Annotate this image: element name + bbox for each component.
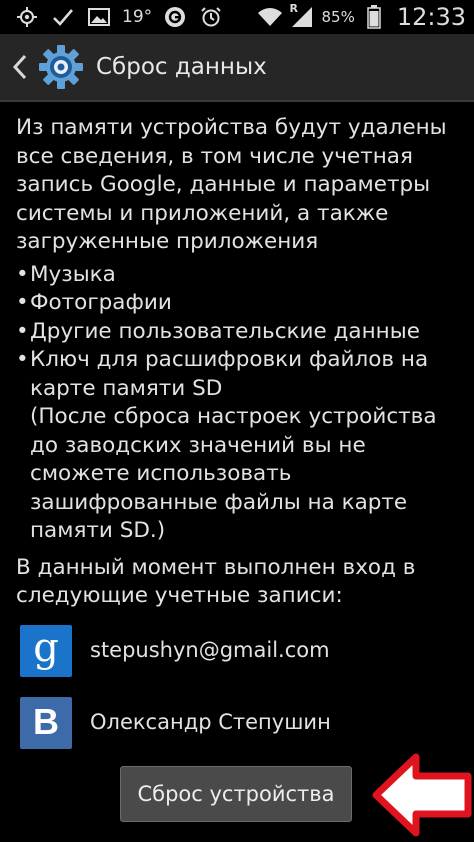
clock: 12:33 bbox=[396, 3, 466, 31]
notification-icons: 19° bbox=[0, 0, 224, 34]
vk-letter: B bbox=[33, 701, 59, 743]
list-item: Фотографии bbox=[16, 289, 464, 318]
roaming-badge: R bbox=[289, 2, 298, 15]
gps-icon bbox=[14, 4, 40, 30]
signal-icon: R bbox=[289, 2, 315, 30]
image-icon bbox=[86, 4, 112, 30]
google-letter: g bbox=[33, 624, 59, 671]
vk-icon: B bbox=[20, 696, 72, 749]
red-arrow-pointer-icon bbox=[372, 753, 472, 837]
account-email: stepushyn@gmail.com bbox=[90, 638, 330, 663]
settings-gear-icon bbox=[38, 44, 84, 90]
intro-text: Из памяти устройства будут удалены все с… bbox=[16, 115, 447, 254]
list-item: Ключ для расшифровки файлов на карте пам… bbox=[16, 346, 464, 403]
google-icon: g bbox=[20, 624, 72, 677]
action-bar: Сброс данных bbox=[0, 34, 474, 102]
battery-icon bbox=[361, 4, 387, 30]
wifi-icon bbox=[257, 4, 283, 30]
temperature-text: 19° bbox=[122, 7, 153, 27]
account-google: g stepushyn@gmail.com bbox=[16, 619, 464, 683]
list-item: Музыка bbox=[16, 261, 464, 290]
reset-info: Из памяти устройства будут удалены все с… bbox=[16, 114, 464, 755]
battery-percent: 85% bbox=[321, 8, 355, 26]
alarm-icon bbox=[198, 4, 224, 30]
accounts-intro: В данный момент выполнен вход в следующи… bbox=[16, 554, 416, 609]
list-item: Другие пользовательские данные bbox=[16, 318, 464, 347]
reset-device-button[interactable]: Сброс устройства bbox=[120, 766, 352, 822]
account-name: Олександр Степушин bbox=[90, 710, 331, 735]
check-icon bbox=[50, 4, 76, 30]
page-title: Сброс данных bbox=[96, 54, 267, 80]
system-indicators: R 85% 12:33 bbox=[257, 0, 466, 34]
app-icon bbox=[162, 4, 188, 30]
erased-items-list: Музыка Фотографии Другие пользовательски… bbox=[16, 261, 464, 404]
account-vk: B Олександр Степушин bbox=[16, 691, 464, 755]
sd-note: (После сброса настроек устройства до зав… bbox=[30, 404, 437, 543]
status-bar: 19° R 85% 12:33 bbox=[0, 0, 474, 34]
back-button[interactable] bbox=[6, 34, 34, 100]
chevron-left-icon bbox=[12, 54, 27, 80]
